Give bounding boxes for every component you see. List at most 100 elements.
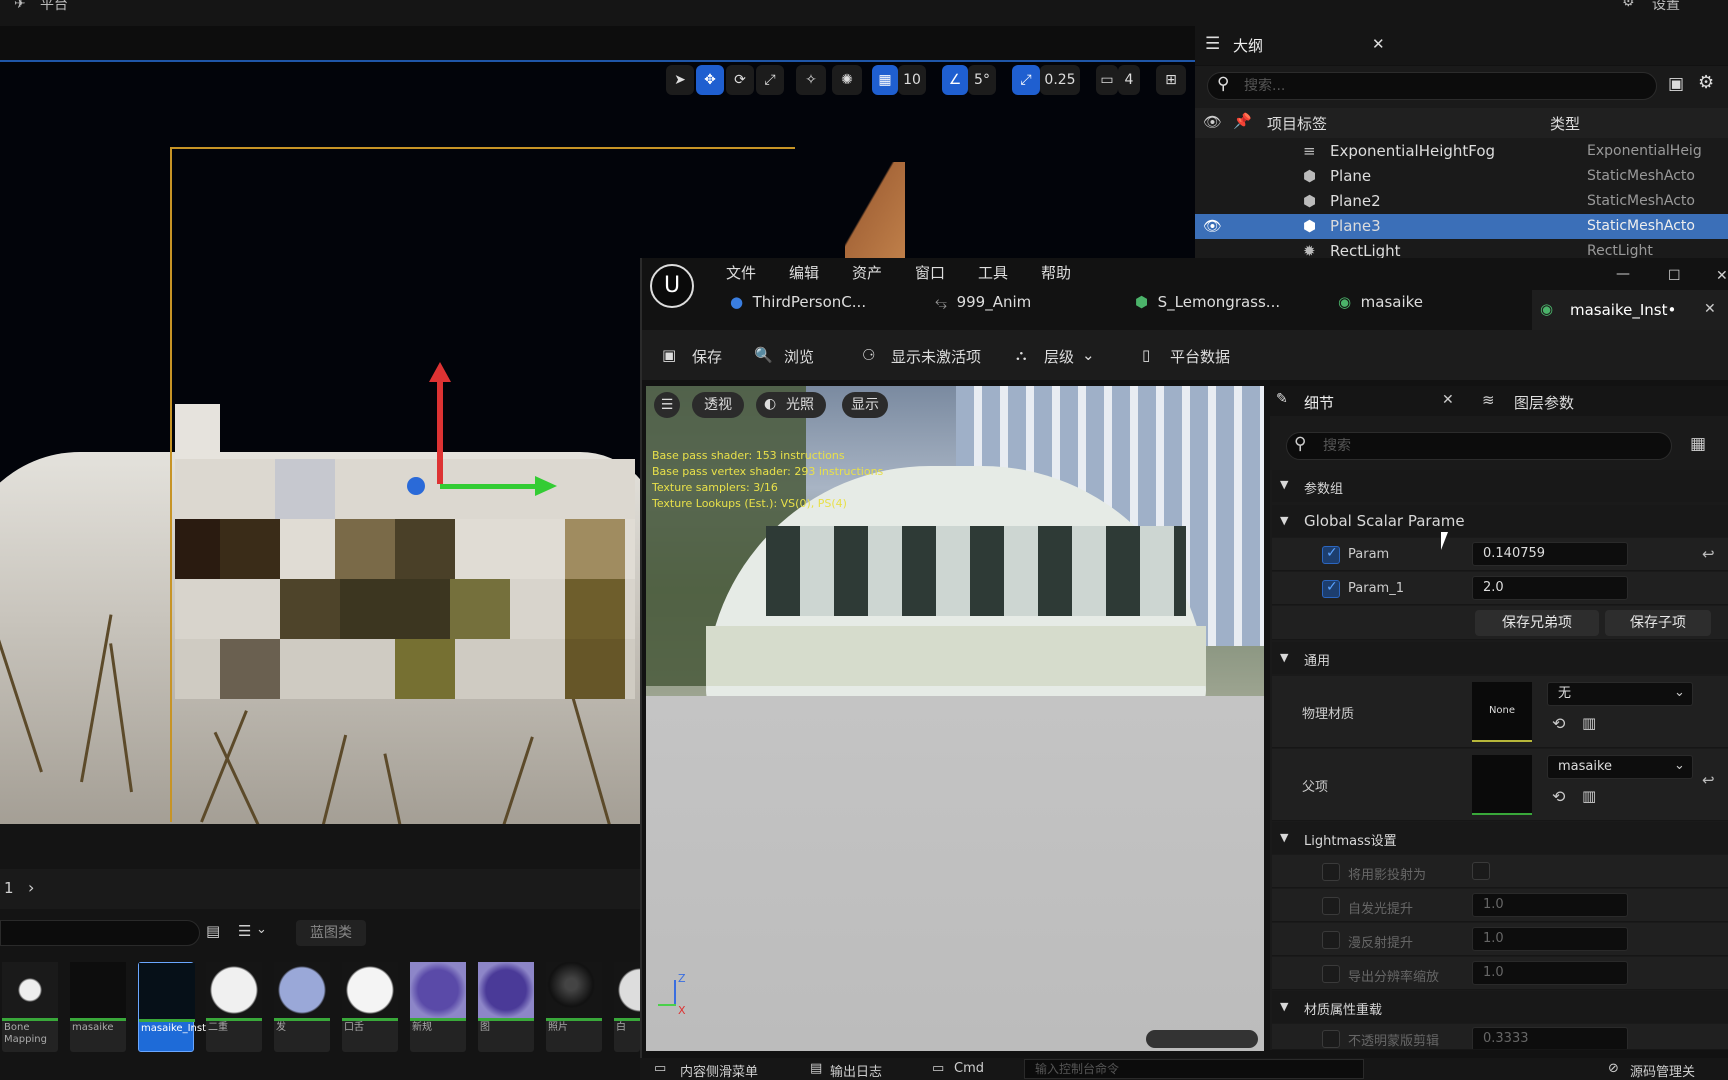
platform-icon[interactable]: ✈ [14,0,26,12]
chevron-down-icon[interactable]: ⌄ [1082,346,1095,364]
source-control-button[interactable]: 源码管理关 [1630,1061,1695,1080]
menu-edit[interactable]: 编辑 [789,262,819,283]
override-checkbox[interactable] [1322,931,1340,949]
camera-speed-icon[interactable]: ▭ [1096,65,1118,95]
asset-tile-selected[interactable]: masaike_Inst [138,962,206,1052]
override-checkbox[interactable] [1322,863,1340,881]
parent-thumbnail[interactable] [1472,755,1532,815]
diffuse-boost-input[interactable]: 1.0 [1472,927,1628,951]
tab-anim[interactable]: ⥃ 999_Anim [935,293,1031,329]
platform-icon[interactable]: ▯ [1142,346,1150,364]
console-input[interactable]: 输入控制台命令 [1024,1059,1364,1079]
section-global-scalar[interactable]: ▼ Global Scalar Parame [1272,505,1728,537]
phys-mat-thumbnail[interactable]: None [1472,682,1532,742]
filter-chip[interactable]: 蓝图类 [296,920,366,946]
asset-tile[interactable]: 白 [614,962,640,1052]
outliner-search-input[interactable]: 搜索... [1207,72,1657,100]
param-value-input[interactable]: 0.140759 [1472,542,1628,566]
filter-icon[interactable]: ☰ [238,922,251,940]
surface-snap-icon[interactable]: ✺ [832,65,862,95]
add-folder-icon[interactable]: ▣ [1668,74,1684,94]
asset-tile[interactable]: Bone Mapping [2,962,58,1052]
cmd-button[interactable]: Cmd [954,1061,984,1076]
menu-tools[interactable]: 工具 [978,262,1008,283]
show-inactive-icon[interactable]: ⚆ [862,346,875,364]
menu-asset[interactable]: 资产 [852,262,882,283]
settings-menu[interactable]: 设置 [1652,0,1680,14]
show-button[interactable]: 显示 [842,392,888,418]
scale-mode-icon[interactable]: ⤢ [756,65,784,95]
gizmo-y-axis[interactable] [440,484,550,489]
output-log-button[interactable]: 输出日志 [830,1061,882,1080]
content-search-input[interactable] [0,920,200,946]
close-icon[interactable]: ✕ [1372,35,1385,53]
asset-tile[interactable]: masaike [70,962,126,1052]
asset-tile[interactable]: 口舌 [342,962,398,1052]
save-children-button[interactable]: 保存子项 [1605,610,1711,636]
save-button[interactable]: 保存 [692,346,722,367]
shadow-as-masked-checkbox[interactable] [1472,862,1490,880]
close-window-icon[interactable]: ✕ [1716,268,1728,284]
gear-icon[interactable]: ⚙ [1622,0,1635,10]
menu-window[interactable]: 窗口 [915,262,945,283]
menu-help[interactable]: 帮助 [1041,262,1071,283]
save-icon[interactable]: ▣ [662,346,676,364]
content-drawer-button[interactable]: 内容侧滑菜单 [680,1061,758,1080]
override-checkbox[interactable] [1322,965,1340,983]
visibility-icon[interactable]: 👁 [1203,217,1222,235]
export-resolution-input[interactable]: 1.0 [1472,961,1628,985]
outliner-row[interactable]: ≡ ExponentialHeightFog ExponentialHeig [1195,139,1728,164]
section-material-override[interactable]: ▼ 材质属性重载 [1272,991,1728,1023]
hierarchy-icon[interactable]: ⛬ [1016,346,1027,364]
menu-file[interactable]: 文件 [726,262,756,283]
use-selected-icon[interactable]: ⟲ [1552,787,1565,806]
unreal-logo[interactable]: U [650,264,694,308]
outliner-row[interactable]: ⬢ Plane StaticMeshActo [1195,164,1728,189]
column-type-header[interactable]: 类型 [1550,113,1580,134]
close-icon[interactable]: ✕ [1442,392,1454,408]
grid-view-icon[interactable]: ▦ [1690,434,1706,454]
override-checkbox[interactable] [1322,897,1340,915]
details-search-input[interactable]: 搜索 [1286,432,1672,460]
world-local-icon[interactable]: ✧ [796,65,826,95]
chevron-right-icon[interactable]: › [28,878,34,897]
path-page[interactable]: 1 [4,879,14,897]
visibility-column-icon[interactable]: 👁 [1203,113,1222,131]
section-param-groups[interactable]: ▼ 参数组 [1272,470,1728,502]
show-inactive-button[interactable]: 显示未激活项 [891,346,981,367]
parent-dropdown[interactable]: masaike [1547,755,1693,779]
gizmo-x-handle[interactable] [407,477,425,495]
gear-icon[interactable]: ⚙ [1698,72,1714,93]
tab-lemongrass[interactable]: ⬢ S_Lemongrass... [1135,293,1280,329]
scale-snap-value[interactable]: 0.25 [1040,65,1080,95]
phys-mat-dropdown[interactable]: 无 [1547,682,1693,706]
asset-tile[interactable]: 发 [274,962,330,1052]
gizmo-z-arrow[interactable] [429,362,451,382]
browse-asset-icon[interactable]: ▥ [1582,787,1596,805]
asset-tile[interactable]: 新规 [410,962,466,1052]
grid-snap-icon[interactable]: ▦ [872,65,898,95]
camera-speed-value[interactable]: 4 [1118,65,1140,95]
asset-tile[interactable]: 图 [478,962,534,1052]
save-siblings-button[interactable]: 保存兄弟项 [1475,610,1599,636]
emissive-boost-input[interactable]: 1.0 [1472,893,1628,917]
select-mode-icon[interactable]: ➤ [666,65,694,95]
asset-tile[interactable]: 照片 [546,962,602,1052]
reset-icon[interactable]: ↩ [1702,545,1715,563]
tab-details[interactable]: 细节 [1304,392,1334,413]
platform-data-button[interactable]: 平台数据 [1170,346,1230,367]
view-mode-button[interactable]: 透视 [692,392,744,418]
gizmo-y-arrow[interactable] [535,476,557,496]
close-tab-icon[interactable]: ✕ [1704,301,1716,317]
tab-masaike[interactable]: ◉ masaike [1338,293,1423,329]
column-label-header[interactable]: 项目标签 [1267,113,1327,134]
tab-masaike-inst-active[interactable]: ◉ masaike_Inst• ✕ [1532,290,1728,330]
scale-snap-icon[interactable]: ⤢ [1012,65,1040,95]
reset-icon[interactable]: ↩ [1702,771,1715,789]
param-override-checkbox[interactable] [1322,579,1340,598]
layout-icon[interactable]: ⊞ [1156,65,1186,95]
tab-thirdperson[interactable]: ● ThirdPersonC... [730,293,866,329]
outliner-row-selected[interactable]: 👁 ⬢ Plane3 StaticMeshActo [1195,214,1728,239]
preview-shape-buttons[interactable] [1146,1030,1258,1048]
use-selected-icon[interactable]: ⟲ [1552,714,1565,733]
